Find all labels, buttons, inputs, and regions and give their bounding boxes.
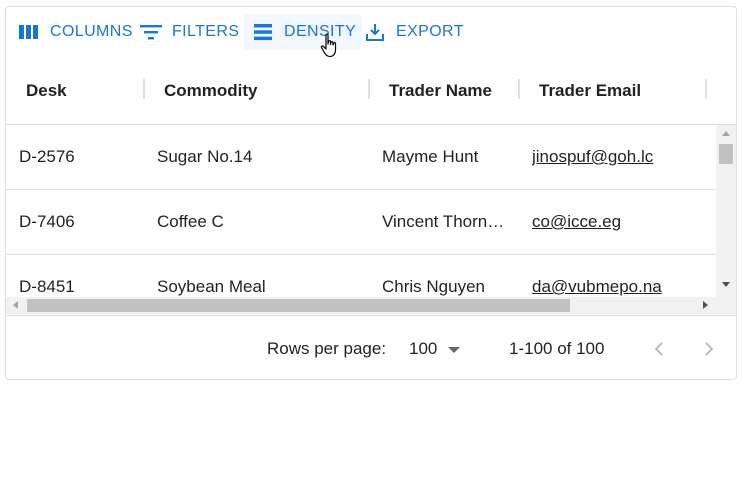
cell-trader-name[interactable]: Mayme Hunt xyxy=(382,125,514,189)
export-button[interactable]: Export xyxy=(356,14,470,50)
rows-per-page-label: Rows per page: xyxy=(267,339,387,358)
cell-commodity[interactable]: Soybean Meal xyxy=(157,255,367,297)
horizontal-scrollbar[interactable] xyxy=(6,297,716,314)
vertical-scrollbar[interactable] xyxy=(716,125,736,295)
scroll-down-arrow-icon[interactable] xyxy=(722,282,730,287)
table-row[interactable]: D-2576 Sugar No.14 Mayme Hunt jinospuf@g… xyxy=(6,125,716,190)
cell-desk[interactable]: D-7406 xyxy=(19,190,139,254)
filter-list-icon xyxy=(140,21,162,43)
grid-rows-viewport: D-2576 Sugar No.14 Mayme Hunt jinospuf@g… xyxy=(6,125,716,297)
view-columns-icon xyxy=(18,21,40,43)
density-button[interactable]: Density xyxy=(244,14,363,50)
vertical-scroll-thumb[interactable] xyxy=(719,144,733,164)
scrollbar-corner xyxy=(716,295,736,314)
density-icon xyxy=(252,21,274,43)
filters-button-label: Filters xyxy=(172,23,240,40)
column-separator[interactable] xyxy=(368,79,370,99)
density-button-label: Density xyxy=(284,23,357,40)
cell-commodity[interactable]: Coffee C xyxy=(157,190,367,254)
cell-commodity[interactable]: Sugar No.14 xyxy=(157,125,367,189)
cell-trader-name[interactable]: Vincent Thorn… xyxy=(382,190,514,254)
horizontal-scroll-thumb[interactable] xyxy=(27,299,570,312)
cell-trader-name[interactable]: Chris Nguyen xyxy=(382,255,514,297)
scroll-right-arrow-icon[interactable] xyxy=(703,301,708,309)
chevron-right-icon xyxy=(705,342,714,356)
table-row[interactable]: D-8451 Soybean Meal Chris Nguyen da@vubm… xyxy=(6,255,716,297)
scroll-up-arrow-icon[interactable] xyxy=(722,131,730,136)
previous-page-button[interactable] xyxy=(646,336,672,362)
column-header-trader-email[interactable]: Trader Email xyxy=(539,57,641,124)
scroll-left-arrow-icon[interactable] xyxy=(13,301,18,309)
cell-desk[interactable]: D-2576 xyxy=(19,125,139,189)
export-button-label: Export xyxy=(396,23,464,40)
column-header-trader-name[interactable]: Trader Name xyxy=(389,57,492,124)
columns-button[interactable]: Columns xyxy=(10,14,139,50)
table-row[interactable]: D-7406 Coffee C Vincent Thorn… co@icce.e… xyxy=(6,190,716,255)
filters-button[interactable]: Filters xyxy=(132,14,245,50)
cell-trader-email[interactable]: jinospuf@goh.lc xyxy=(532,125,712,189)
grid-toolbar: Columns Filters Density Export xyxy=(6,7,736,57)
column-header-desk[interactable]: Desk xyxy=(26,57,67,124)
pagination-range: 1-100 of 100 xyxy=(509,339,605,358)
chevron-left-icon xyxy=(654,342,663,356)
cell-trader-email[interactable]: co@icce.eg xyxy=(532,190,712,254)
arrow-drop-down-icon[interactable] xyxy=(448,347,460,353)
next-page-button[interactable] xyxy=(696,336,722,362)
columns-button-label: Columns xyxy=(50,23,133,40)
column-separator[interactable] xyxy=(518,79,520,99)
download-icon xyxy=(364,21,386,43)
grid-footer: Rows per page: 100 1-100 of 100 xyxy=(6,315,736,379)
cell-desk[interactable]: D-8451 xyxy=(19,255,139,297)
column-header-commodity[interactable]: Commodity xyxy=(164,57,258,124)
rows-per-page-select[interactable]: 100 xyxy=(409,316,437,379)
data-grid: Columns Filters Density Export Desk Comm xyxy=(5,6,737,380)
cell-trader-email[interactable]: da@vubmepo.na xyxy=(532,255,712,297)
column-separator[interactable] xyxy=(705,79,707,99)
column-header-row: Desk Commodity Trader Name Trader Email xyxy=(6,57,736,125)
column-separator[interactable] xyxy=(143,79,145,99)
